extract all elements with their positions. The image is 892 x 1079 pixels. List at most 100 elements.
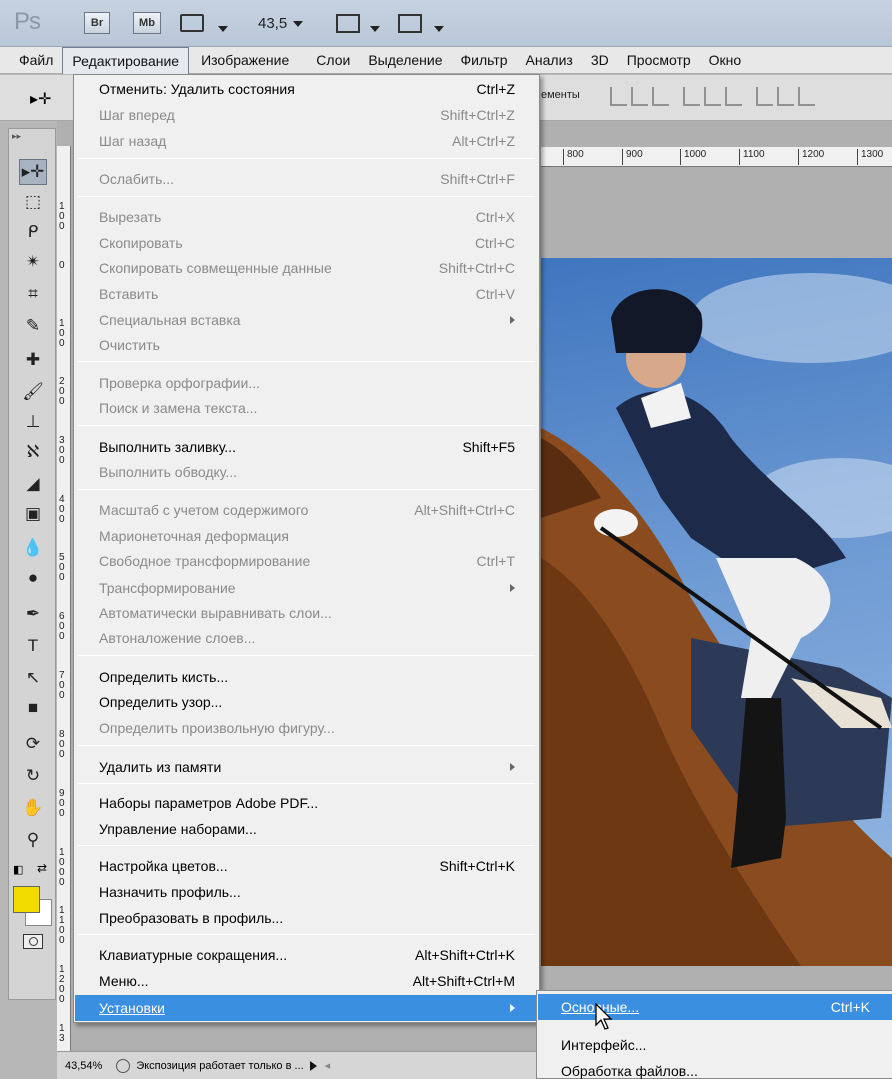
- status-info-icon[interactable]: [116, 1058, 131, 1073]
- document-image[interactable]: [541, 258, 892, 966]
- view-extras-icon[interactable]: [180, 14, 204, 32]
- marquee-tool-icon[interactable]: ⬚: [19, 189, 47, 215]
- history-brush-tool-icon[interactable]: ℵ: [19, 439, 47, 465]
- move-tool-icon[interactable]: ▸✛: [19, 159, 47, 185]
- menu-item-define-brush[interactable]: Определить кисть...: [75, 665, 538, 689]
- menu-file[interactable]: Файл: [0, 47, 62, 74]
- menu-item-transform[interactable]: Трансформирование: [75, 576, 538, 600]
- menu-item-clear[interactable]: Очистить: [75, 333, 538, 357]
- status-menu-arrow-icon[interactable]: [309, 1060, 317, 1071]
- submenu-item-general[interactable]: Основные... Ctrl+K: [538, 994, 892, 1020]
- menu-item-preferences[interactable]: Установки: [75, 995, 538, 1021]
- status-zoom[interactable]: 43,54%: [65, 1060, 102, 1072]
- 3d-orbit-tool-icon[interactable]: ↻: [19, 763, 47, 789]
- menu-item-fade[interactable]: Ослабить... Shift+Ctrl+F: [75, 167, 538, 191]
- healing-brush-tool-icon[interactable]: ✚: [19, 347, 47, 373]
- quick-mask-icon[interactable]: [23, 934, 43, 949]
- menu-item-convert-to-profile[interactable]: Преобразовать в профиль...: [75, 906, 538, 930]
- menu-item-copy[interactable]: Скопировать Ctrl+C: [75, 231, 538, 255]
- zoom-tool-icon[interactable]: ⚲: [19, 827, 47, 853]
- align-top-icon[interactable]: [610, 87, 627, 106]
- arrange-dropdown-icon[interactable]: [364, 20, 380, 35]
- submenu-item-file-handling[interactable]: Обработка файлов...: [538, 1058, 892, 1079]
- hand-tool-icon[interactable]: ✋: [19, 795, 47, 821]
- submenu-arrow-icon: [510, 1004, 515, 1012]
- dodge-tool-icon[interactable]: ●: [19, 565, 47, 591]
- menu-item-free-transform[interactable]: Свободное трансформирование Ctrl+T: [75, 549, 538, 573]
- menu-view[interactable]: Просмотр: [618, 47, 700, 74]
- menu-item-undo[interactable]: Отменить: Удалить состояния Ctrl+Z: [75, 77, 538, 101]
- submenu-item-interface[interactable]: Интерфейс...: [538, 1032, 892, 1058]
- menu-item-step-backward[interactable]: Шаг назад Alt+Ctrl+Z: [75, 129, 538, 153]
- view-extras-dropdown-icon[interactable]: [212, 20, 228, 35]
- eraser-tool-icon[interactable]: ◢: [19, 471, 47, 497]
- menu-item-puppet-warp[interactable]: Марионеточная деформация: [75, 524, 538, 548]
- distribute-vcenter-icon[interactable]: [777, 87, 794, 106]
- menu-edit[interactable]: Редактирование: [62, 46, 190, 74]
- menu-item-auto-align-layers[interactable]: Автоматически выравнивать слои...: [75, 601, 538, 625]
- menu-item-find-replace[interactable]: Поиск и замена текста...: [75, 396, 538, 420]
- menu-item-define-pattern[interactable]: Определить узор...: [75, 690, 538, 714]
- swap-colors-icon[interactable]: ⇄: [37, 861, 47, 875]
- arrange-documents-icon[interactable]: [336, 14, 360, 33]
- align-vcenter-icon[interactable]: [631, 87, 648, 106]
- crop-tool-icon[interactable]: ⌗: [19, 281, 47, 307]
- menu-image[interactable]: Изображение: [189, 47, 298, 74]
- shape-tool-icon[interactable]: ■: [19, 695, 47, 721]
- clone-stamp-tool-icon[interactable]: ⊥: [19, 409, 47, 435]
- menu-item-stroke[interactable]: Выполнить обводку...: [75, 460, 538, 484]
- foreground-color-swatch[interactable]: [13, 886, 40, 913]
- pen-tool-icon[interactable]: ✒: [19, 601, 47, 627]
- panel-collapse-icon[interactable]: ▸▸: [12, 131, 21, 142]
- screen-mode-icon[interactable]: [398, 14, 422, 33]
- blur-tool-icon[interactable]: 💧: [19, 535, 47, 561]
- menu-item-assign-profile[interactable]: Назначить профиль...: [75, 880, 538, 904]
- menu-item-menus[interactable]: Меню... Alt+Shift+Ctrl+M: [75, 969, 538, 993]
- brush-tool-icon[interactable]: 🖌: [19, 379, 47, 405]
- path-selection-tool-icon[interactable]: ↖: [19, 665, 47, 691]
- menu-item-content-aware-scale[interactable]: Масштаб с учетом содержимого Alt+Shift+Ct…: [75, 498, 538, 522]
- menu-layers[interactable]: Слои: [298, 47, 359, 74]
- magic-wand-tool-icon[interactable]: ✴: [19, 249, 47, 275]
- menu-item-color-settings[interactable]: Настройка цветов... Shift+Ctrl+K: [75, 854, 538, 878]
- type-tool-icon[interactable]: T: [19, 633, 47, 659]
- menu-window[interactable]: Окно: [700, 47, 751, 74]
- screen-mode-dropdown-icon[interactable]: [428, 20, 444, 35]
- scroll-left-icon[interactable]: ◂: [325, 1059, 331, 1072]
- 3d-rotate-tool-icon[interactable]: ⟳: [19, 731, 47, 757]
- menu-filter[interactable]: Фильтр: [452, 47, 517, 74]
- menu-item-paste-special[interactable]: Специальная вставка: [75, 308, 538, 332]
- bridge-button[interactable]: Br: [84, 12, 110, 34]
- menu-item-paste[interactable]: Вставить Ctrl+V: [75, 282, 538, 306]
- ruler-tick-label: 7 0 0: [59, 670, 65, 701]
- menu-item-cut[interactable]: Вырезать Ctrl+X: [75, 205, 538, 229]
- mini-bridge-button[interactable]: Mb: [133, 12, 161, 34]
- align-hcenter-icon[interactable]: [704, 87, 721, 106]
- align-left-icon[interactable]: [683, 87, 700, 106]
- align-right-icon[interactable]: [725, 87, 742, 106]
- lasso-tool-icon[interactable]: ᑭ: [19, 219, 47, 245]
- menu-item-define-custom-shape[interactable]: Определить произвольную фигуру...: [75, 716, 538, 740]
- menu-item-auto-blend-layers[interactable]: Автоналожение слоев...: [75, 626, 538, 650]
- zoom-level-select[interactable]: 43,5: [258, 15, 304, 32]
- menu-item-copy-merged[interactable]: Скопировать совмещенные данные Shift+Ctrl…: [75, 256, 538, 280]
- gradient-tool-icon[interactable]: ▣: [19, 501, 47, 527]
- menu-item-check-spelling[interactable]: Проверка орфографии...: [75, 371, 538, 395]
- menu-item-preset-manager[interactable]: Управление наборами...: [75, 817, 538, 841]
- menu-item-adobe-pdf-presets[interactable]: Наборы параметров Adobe PDF...: [75, 791, 538, 815]
- menu-item-keyboard-shortcuts[interactable]: Клавиатурные сокращения... Alt+Shift+Ctrl…: [75, 943, 538, 967]
- distribute-top-icon[interactable]: [756, 87, 773, 106]
- menu-select[interactable]: Выделение: [359, 47, 451, 74]
- menu-analysis[interactable]: Анализ: [517, 47, 582, 74]
- menu-bar: Файл Редактирование Изображение Слои Выд…: [0, 46, 892, 74]
- eyedropper-tool-icon[interactable]: ✎: [19, 313, 47, 339]
- move-tool-preset-icon[interactable]: ▸✛: [30, 89, 51, 109]
- menu-item-step-forward[interactable]: Шаг вперед Shift+Ctrl+Z: [75, 103, 538, 127]
- default-colors-icon[interactable]: ◧: [13, 863, 23, 876]
- ruler-tick-label: 6 0 0: [59, 611, 65, 642]
- menu-item-fill[interactable]: Выполнить заливку... Shift+F5: [75, 435, 538, 459]
- align-bottom-icon[interactable]: [652, 87, 669, 106]
- distribute-bottom-icon[interactable]: [798, 87, 815, 106]
- menu-item-purge[interactable]: Удалить из памяти: [75, 755, 538, 779]
- menu-3d[interactable]: 3D: [582, 47, 618, 74]
